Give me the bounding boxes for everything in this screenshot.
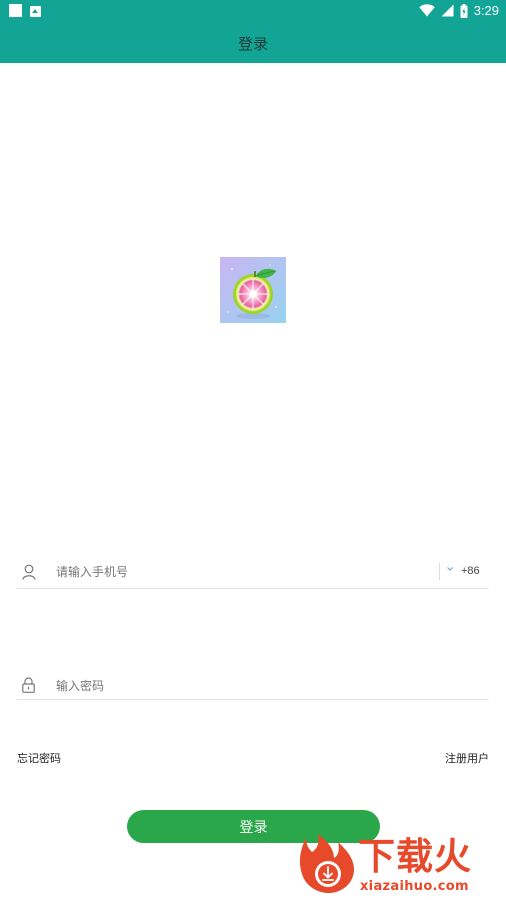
chevron-down-icon[interactable] <box>445 564 455 574</box>
page-title: 登录 <box>237 34 268 53</box>
status-right: 3:29 <box>418 3 499 18</box>
notification-square-icon <box>9 4 22 17</box>
phone-input[interactable] <box>56 560 416 584</box>
status-bar: 3:29 <box>0 0 506 22</box>
battery-icon <box>460 3 468 18</box>
watermark-cn-text: 下载火 <box>358 835 472 878</box>
app-bar: 登录 <box>0 22 506 63</box>
signal-icon <box>441 4 454 17</box>
flame-logo-icon <box>299 834 355 894</box>
notification-app-icon <box>30 5 41 17</box>
app-logo <box>220 257 286 323</box>
lock-icon <box>22 677 35 693</box>
phone-row: +86 <box>17 556 489 589</box>
password-row <box>17 670 489 700</box>
forgot-password-link[interactable]: 忘记密码 <box>17 750 61 766</box>
country-code-divider <box>439 563 440 580</box>
watermark: 下载火 xiazaihuo.com <box>296 832 506 900</box>
watermark-en-text: xiazaihuo.com <box>360 879 469 894</box>
password-input[interactable] <box>56 674 416 698</box>
wifi-icon <box>418 4 435 17</box>
app-logo-image <box>220 257 286 323</box>
status-time: 3:29 <box>473 3 499 18</box>
notification-icons <box>9 4 41 17</box>
country-code[interactable]: +86 <box>461 565 480 577</box>
register-link[interactable]: 注册用户 <box>445 750 489 766</box>
user-icon <box>22 564 36 580</box>
